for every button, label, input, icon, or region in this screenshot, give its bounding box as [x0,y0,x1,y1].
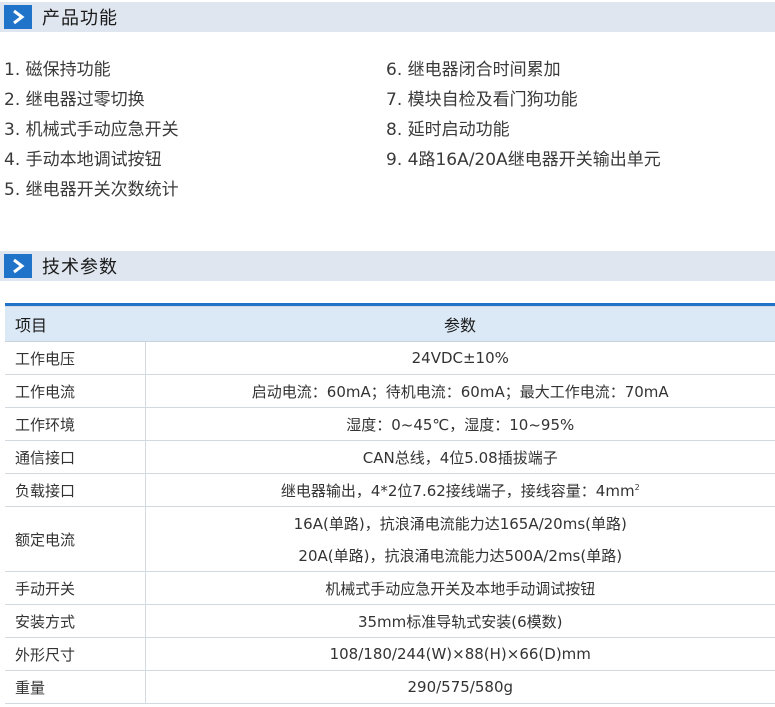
row-item: 外形尺寸 [5,637,145,671]
feature-item: 8. 延时启动功能 [386,120,510,140]
column-header-param: 参数 [145,306,775,342]
row-value: 35mm标准导轨式安装(6模数) [144,604,775,638]
feature-item: 6. 继电器闭合时间累加 [386,60,561,80]
table-row: 通信接口 CAN总线，4位5.08插拔端子 [5,440,775,474]
spec-table: 项目 参数 工作电压 24VDC±10% 工作电流 启动电流：60mA；待机电流… [5,303,775,704]
feature-item: 3. 机械式手动应急开关 [4,120,179,140]
row-value: 16A(单路)，抗浪涌电流能力达165A/20ms(单路) [144,506,775,539]
table-header-row: 项目 参数 [5,306,775,342]
feature-list: 1. 磁保持功能 2. 继电器过零切换 3. 机械式手动应急开关 4. 手动本地… [0,52,775,202]
row-value: 机械式手动应急开关及本地手动调试按钮 [144,571,775,605]
row-item: 负载接口 [5,473,145,507]
row-value: 20A(单路)，抗浪涌电流能力达500A/2ms(单路) [144,539,775,572]
row-item: 工作电压 [5,341,145,375]
section-title: 产品功能 [42,8,118,29]
row-value: 24VDC±10% [144,341,775,375]
row-value: 108/180/244(W)×88(H)×66(D)mm [144,637,775,671]
table-row: 负载接口 继电器输出，4*2位7.62接线端子，接线容量：4mm2 [5,473,775,507]
table-row: 外形尺寸 108/180/244(W)×88(H)×66(D)mm [5,637,775,671]
superscript: 2 [634,482,640,492]
row-item: 手动开关 [5,571,145,605]
table-row: 手动开关 机械式手动应急开关及本地手动调试按钮 [5,571,775,605]
row-value: CAN总线，4位5.08插拔端子 [144,440,775,474]
table-row: 额定电流 16A(单路)，抗浪涌电流能力达165A/20ms(单路) [5,506,775,572]
section-title: 技术参数 [42,257,118,278]
row-item: 工作环境 [5,407,145,441]
feature-item: 1. 磁保持功能 [4,60,111,80]
row-item: 额定电流 [5,506,145,572]
table-row: 安装方式 35mm标准导轨式安装(6模数) [5,604,775,638]
table-row: 工作环境 湿度：0~45℃，湿度：10~95% [5,407,775,441]
table-row: 工作电压 24VDC±10% [5,341,775,375]
table-row: 工作电流 启动电流：60mA；待机电流：60mA；最大工作电流：70mA [5,374,775,408]
row-value: 继电器输出，4*2位7.62接线端子，接线容量：4mm2 [144,473,775,507]
row-value: 290/575/580g [144,670,775,704]
row-value-text: 继电器输出，4*2位7.62接线端子，接线容量：4mm [280,481,635,500]
row-item: 安装方式 [5,604,145,638]
feature-item: 4. 手动本地调试按钮 [4,150,162,170]
chevron-right-icon [4,254,32,278]
row-item: 工作电流 [5,374,145,408]
feature-item: 5. 继电器开关次数统计 [4,180,179,200]
row-item: 通信接口 [5,440,145,474]
section-header-features: 产品功能 [0,2,775,32]
feature-item: 7. 模块自检及看门狗功能 [386,90,578,110]
chevron-right-icon [4,5,32,29]
feature-item: 9. 4路16A/20A继电器开关输出单元 [386,150,661,170]
row-value: 启动电流：60mA；待机电流：60mA；最大工作电流：70mA [144,374,775,408]
section-header-specs: 技术参数 [0,251,775,281]
row-value: 湿度：0~45℃，湿度：10~95% [144,407,775,441]
row-item: 重量 [5,670,145,704]
column-header-item: 项目 [5,306,145,342]
table-row: 重量 290/575/580g [5,670,775,704]
feature-item: 2. 继电器过零切换 [4,90,145,110]
